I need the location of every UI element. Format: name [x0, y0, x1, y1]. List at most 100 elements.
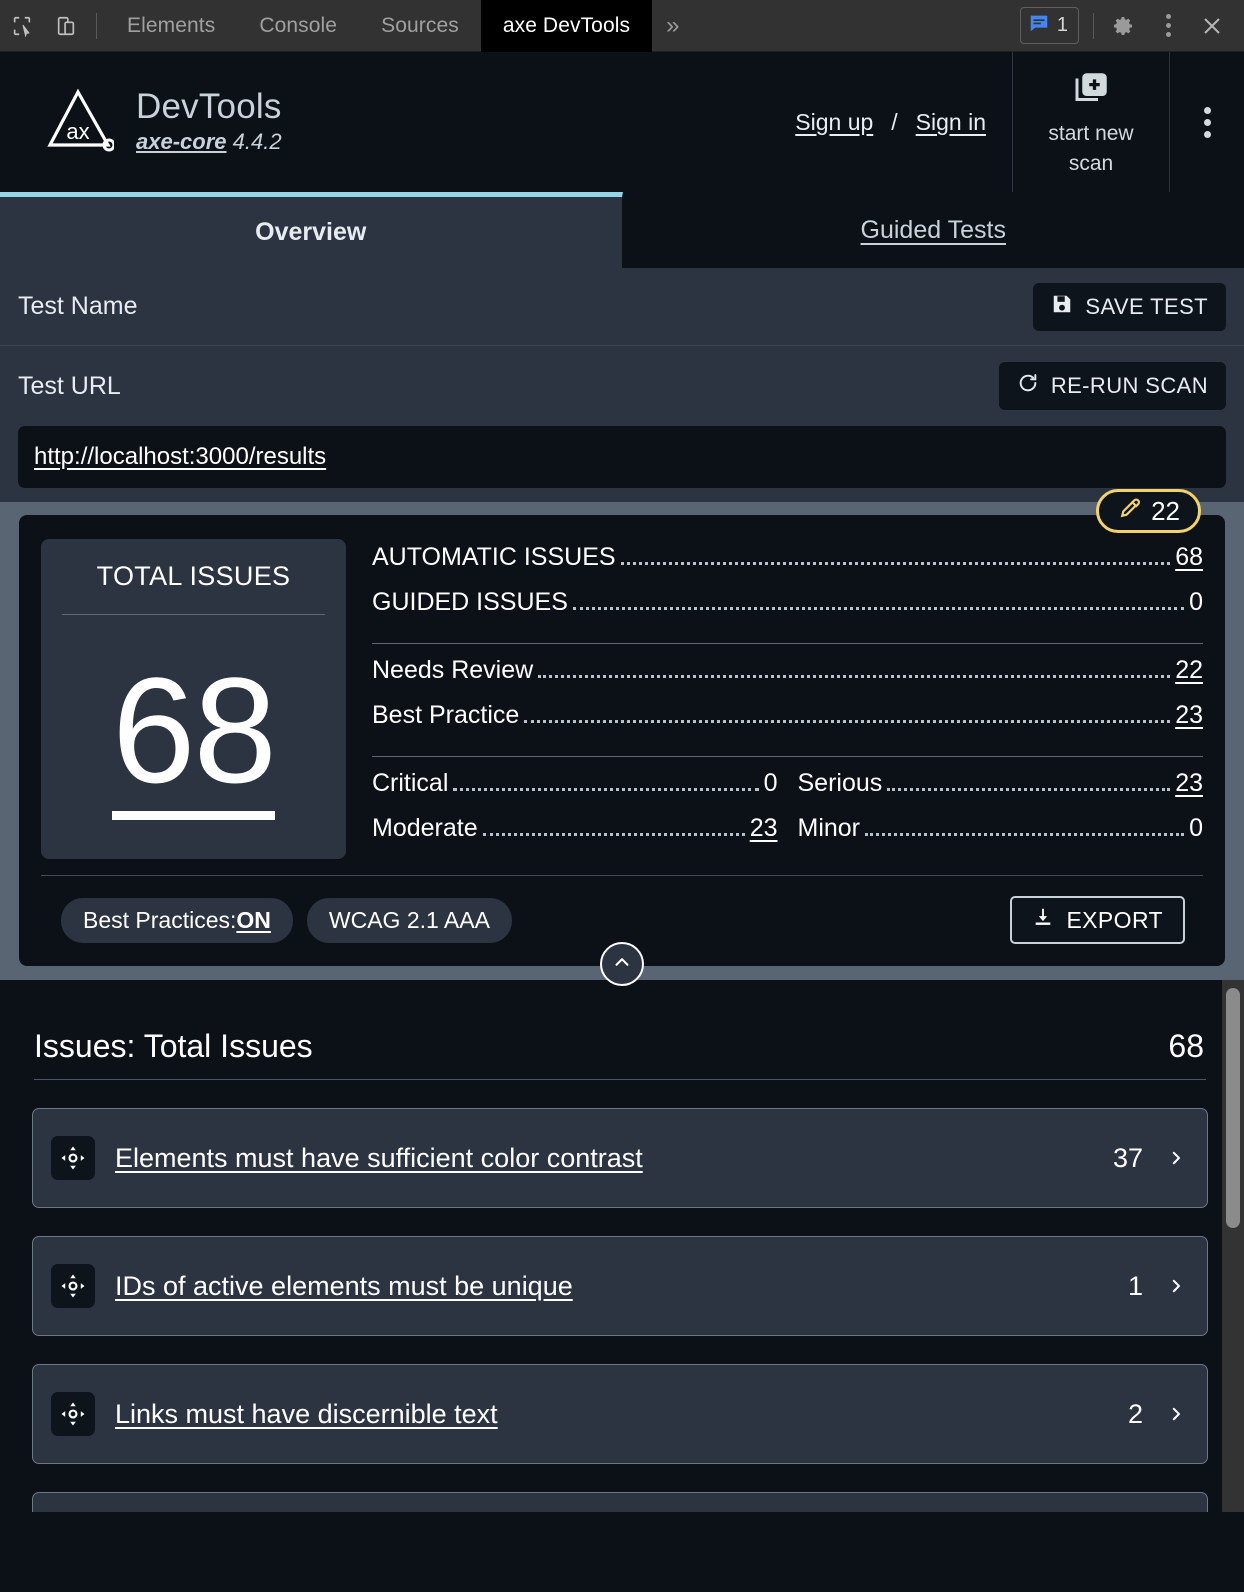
stat-value-automatic-issues[interactable]: 68 — [1175, 543, 1203, 572]
issue-label[interactable]: Elements must have sufficient color cont… — [115, 1143, 643, 1174]
inspect-element-icon[interactable] — [0, 0, 44, 52]
stat-value-serious[interactable]: 23 — [1175, 769, 1203, 798]
test-name-label: Test Name — [18, 292, 138, 320]
summary-panel-frame: 22 TOTAL ISSUES 68 AUTOMATIC ISSUES 68 G — [0, 489, 1244, 986]
issues-total-count: 68 — [1168, 1028, 1204, 1064]
device-toolbar-icon[interactable] — [44, 0, 88, 52]
stats-divider-1 — [372, 643, 1203, 644]
summary-content: TOTAL ISSUES 68 AUTOMATIC ISSUES 68 GUID… — [41, 539, 1203, 859]
devtools-toolbar-right: 1 — [1019, 0, 1244, 52]
issue-label[interactable]: IDs of active elements must be unique — [115, 1271, 573, 1302]
leader-dots — [453, 788, 759, 791]
stat-label: Minor — [797, 814, 861, 842]
auth-links: Sign up / Sign in — [795, 52, 1012, 192]
svg-text:ax: ax — [66, 119, 89, 144]
test-url-link[interactable]: http://localhost:3000/results — [34, 443, 326, 471]
summary-panel: 22 TOTAL ISSUES 68 AUTOMATIC ISSUES 68 G — [19, 489, 1225, 986]
stat-label: Moderate — [372, 814, 478, 842]
gear-icon[interactable] — [1102, 0, 1146, 52]
stat-value-needs-review[interactable]: 22 — [1175, 656, 1203, 685]
issue-row-link-text[interactable]: Links must have discernible text 2 — [32, 1364, 1208, 1464]
issues-heading: Issues: Total Issues — [34, 1028, 313, 1064]
messages-count: 1 — [1056, 14, 1068, 36]
issue-count: 2 — [1127, 1398, 1143, 1429]
devtools-toolbar: Elements Console Sources axe DevTools » … — [0, 0, 1244, 52]
tab-guided-tests[interactable]: Guided Tests — [623, 192, 1244, 268]
messages-button[interactable]: 1 — [1019, 7, 1079, 44]
issues-scrollbar-track[interactable] — [1222, 980, 1244, 1512]
app-title: DevTools — [136, 86, 282, 126]
toolbar-divider — [96, 12, 97, 39]
leader-dots — [620, 562, 1171, 565]
axe-core-number: 4.4.2 — [232, 129, 282, 155]
target-crosshair-icon — [51, 1136, 95, 1180]
issue-row-partial[interactable] — [32, 1492, 1208, 1512]
axe-core-version: axe-core 4.4.2 — [136, 129, 282, 155]
start-new-scan-label-1: start new — [1048, 121, 1134, 145]
target-crosshair-icon — [51, 1264, 95, 1308]
close-icon[interactable] — [1190, 0, 1234, 52]
stat-row-needs-review: Needs Review 22 — [372, 656, 1203, 701]
stat-row-moderate: Moderate 23 — [372, 814, 778, 859]
target-crosshair-icon — [51, 1392, 95, 1436]
test-url-row: Test URL RE-RUN SCAN — [0, 346, 1244, 426]
needs-review-badge-count: 22 — [1151, 495, 1180, 526]
collapse-summary-button[interactable] — [600, 942, 644, 986]
leader-dots — [572, 607, 1185, 610]
best-practices-toggle[interactable]: Best Practices: ON — [61, 897, 293, 943]
issues-header: Issues: Total Issues 68 — [32, 980, 1208, 1065]
stat-row-serious: Serious 23 — [798, 769, 1204, 814]
wcag-standard-chip[interactable]: WCAG 2.1 AAA — [306, 897, 512, 943]
save-test-button[interactable]: SAVE TEST — [1033, 282, 1226, 331]
devtools-tab-console[interactable]: Console — [237, 0, 359, 52]
stat-label: Serious — [797, 769, 883, 797]
stat-value-best-practice[interactable]: 23 — [1175, 701, 1203, 730]
issue-row-color-contrast[interactable]: Elements must have sufficient color cont… — [32, 1108, 1208, 1208]
devtools-tabs-overflow-icon[interactable]: » — [652, 0, 693, 52]
issue-label[interactable]: Links must have discernible text — [115, 1399, 498, 1430]
sign-up-link[interactable]: Sign up — [795, 109, 873, 136]
test-url-field[interactable]: http://localhost:3000/results — [18, 426, 1226, 488]
leader-dots — [887, 788, 1171, 791]
export-label: EXPORT — [1066, 906, 1163, 933]
leader-dots — [538, 675, 1171, 678]
tab-overview[interactable]: Overview — [0, 192, 623, 268]
save-test-label: SAVE TEST — [1085, 293, 1208, 319]
brand: ax DevTools axe-core 4.4.2 — [0, 52, 282, 192]
chevron-right-icon[interactable] — [1167, 1149, 1185, 1167]
stat-label: Best Practice — [372, 701, 520, 729]
kebab-menu-icon[interactable] — [1146, 0, 1190, 52]
rerun-scan-button[interactable]: RE-RUN SCAN — [998, 362, 1226, 410]
stat-value-moderate[interactable]: 23 — [750, 814, 778, 843]
test-url-label: Test URL — [18, 371, 121, 400]
axe-logo: ax — [42, 87, 116, 158]
messages-icon — [1028, 12, 1050, 39]
chevron-right-icon[interactable] — [1167, 1405, 1185, 1423]
needs-review-badge[interactable]: 22 — [1096, 489, 1201, 533]
save-icon — [1051, 293, 1073, 321]
sign-in-link[interactable]: Sign in — [916, 109, 986, 136]
stat-row-guided-issues: GUIDED ISSUES 0 — [372, 588, 1203, 633]
issue-count: 37 — [1112, 1142, 1143, 1173]
export-button[interactable]: EXPORT — [1010, 896, 1185, 944]
start-new-scan-button[interactable]: start new scan — [1012, 52, 1170, 192]
severity-column-left: Critical 0 Moderate 23 — [372, 769, 778, 859]
issue-row-unique-ids[interactable]: IDs of active elements must be unique 1 — [32, 1236, 1208, 1336]
eyedropper-icon — [1117, 497, 1141, 526]
devtools-tab-axe-devtools[interactable]: axe DevTools — [480, 0, 653, 52]
chevron-right-icon[interactable] — [1167, 1277, 1185, 1295]
test-url-field-wrap: http://localhost:3000/results — [0, 426, 1244, 502]
devtools-tab-sources[interactable]: Sources — [359, 0, 481, 52]
severity-column-right: Serious 23 Minor 0 — [778, 769, 1204, 859]
refresh-icon — [1017, 372, 1039, 400]
axe-core-name: axe-core — [136, 129, 227, 155]
devtools-tab-elements[interactable]: Elements — [105, 0, 237, 52]
header-kebab-menu[interactable] — [1170, 52, 1244, 192]
stat-row-minor: Minor 0 — [798, 814, 1204, 859]
chevron-up-icon — [611, 951, 633, 978]
brand-text: DevTools axe-core 4.4.2 — [136, 86, 282, 156]
issues-scrollbar-thumb[interactable] — [1226, 988, 1240, 1228]
stat-label: GUIDED ISSUES — [372, 588, 568, 616]
rerun-scan-label: RE-RUN SCAN — [1050, 373, 1208, 398]
stat-row-automatic-issues: AUTOMATIC ISSUES 68 — [372, 543, 1203, 588]
